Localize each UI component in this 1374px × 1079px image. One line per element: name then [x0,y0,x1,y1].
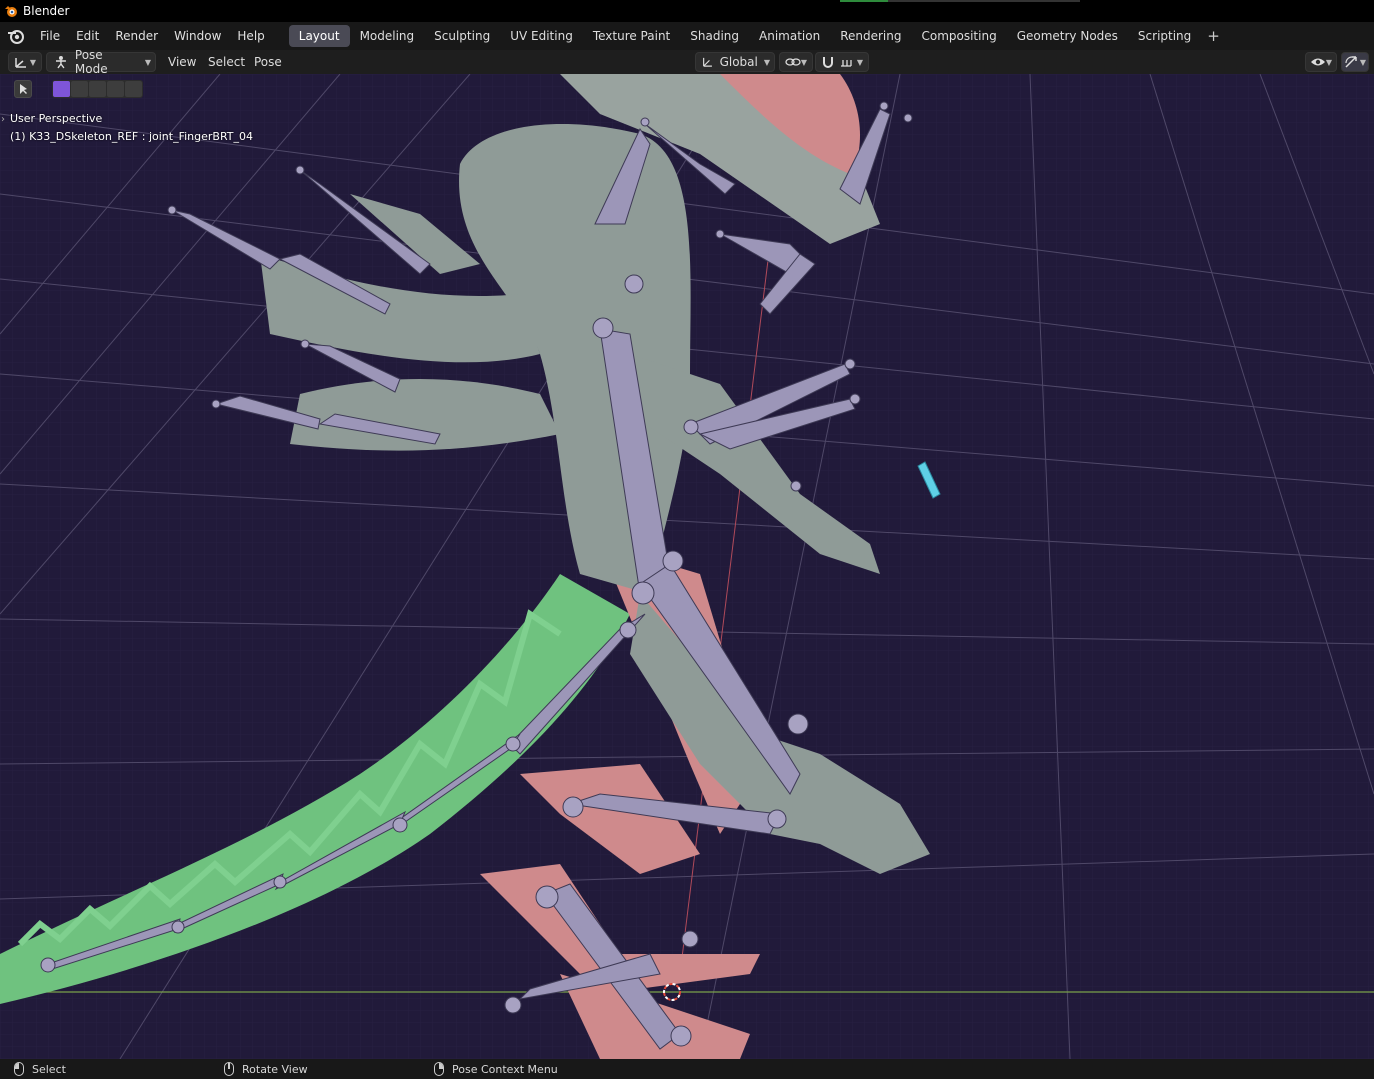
mouse-right-icon [434,1062,444,1076]
select-extend-mode-button[interactable] [71,81,88,97]
viewport-header: ▼ Pose Mode ▼ View Select Pose Global ▼ … [0,48,1374,76]
menu-render[interactable]: Render [107,25,166,47]
editor-type-button[interactable]: ▼ [8,52,42,72]
window-title: Blender [23,4,70,18]
tab-rendering[interactable]: Rendering [830,25,911,47]
chevron-down-icon: ▼ [1359,57,1367,67]
menu-file[interactable]: File [32,25,68,47]
workspace-tabs: Layout Modeling Sculpting UV Editing Tex… [288,25,1226,47]
menu-select[interactable]: Select [208,52,245,72]
selection-mode-group [52,80,143,98]
select-subtract-mode-button[interactable] [89,81,106,97]
chevron-down-icon: ▼ [856,57,864,67]
perspective-label: User Perspective [10,112,103,125]
snap-increment-icon[interactable] [839,55,853,69]
orientation-label: Global [719,55,758,69]
cursor-arrow-icon [20,84,27,94]
chevron-down-icon: ▼ [800,57,808,67]
tab-compositing[interactable]: Compositing [911,25,1006,47]
menu-window[interactable]: Window [166,25,229,47]
status-rotate: Rotate View [224,1061,308,1077]
title-accent [840,0,888,2]
menu-edit[interactable]: Edit [68,25,107,47]
tab-modeling[interactable]: Modeling [350,25,425,47]
select-invert-mode-button[interactable] [107,81,124,97]
add-workspace-button[interactable]: + [1201,27,1226,45]
mode-selector[interactable]: Pose Mode ▼ [46,48,156,76]
status-rotate-label: Rotate View [242,1062,308,1076]
tab-animation[interactable]: Animation [749,25,830,47]
pose-mode-icon [55,56,66,69]
3d-viewport[interactable]: › User Perspective (1) K33_DSkeleton_REF… [0,74,1374,1059]
status-context-label: Pose Context Menu [452,1062,558,1076]
gizmo-toggle-button[interactable]: ▼ [1341,52,1369,72]
blender-logo-icon [5,6,17,17]
select-new-mode-button[interactable] [53,81,70,97]
mouse-middle-icon [224,1062,234,1076]
tab-geometry-nodes[interactable]: Geometry Nodes [1007,25,1128,47]
tool-settings-row [14,80,143,98]
tab-sculpting[interactable]: Sculpting [424,25,500,47]
blender-menu-icon[interactable] [6,26,26,46]
chevron-down-icon: ▼ [144,57,151,67]
top-menu-bar: File Edit Render Window Help Layout Mode… [0,22,1374,50]
tab-texture-paint[interactable]: Texture Paint [583,25,680,47]
viewport-info-overlay: User Perspective (1) K33_DSkeleton_REF :… [10,110,253,146]
tab-scripting[interactable]: Scripting [1128,25,1201,47]
eye-icon [1310,58,1325,66]
chevron-down-icon: ▼ [29,57,37,67]
select-tool-button[interactable] [14,80,32,98]
menu-pose[interactable]: Pose [254,52,282,72]
gizmo-icon [1345,56,1357,68]
link-icon [785,58,801,66]
magnet-icon[interactable] [821,55,835,69]
status-bar: Select Rotate View Pose Context Menu [0,1059,1374,1079]
chevron-down-icon: ▼ [1325,57,1333,67]
menu-view[interactable]: View [168,52,196,72]
tab-layout[interactable]: Layout [288,25,350,47]
active-object-label: (1) K33_DSkeleton_REF : joint_FingerBRT_… [10,130,254,143]
tab-uv-editing[interactable]: UV Editing [500,25,583,47]
toolbar-expand-icon[interactable]: › [1,114,5,125]
status-select: Select [14,1061,66,1077]
transform-orientation-selector[interactable]: Global ▼ [695,52,775,72]
title-bar: Blender [0,0,1374,22]
axes-grid-icon [15,58,26,68]
pivot-point-button[interactable]: ▼ [779,52,813,72]
select-intersect-mode-button[interactable] [125,81,142,97]
status-context: Pose Context Menu [434,1061,558,1077]
visibility-button[interactable]: ▼ [1305,52,1337,72]
mouse-left-icon [14,1062,24,1076]
status-select-label: Select [32,1062,66,1076]
orientation-axes-icon [703,57,712,67]
title-accent-2 [888,0,1080,2]
mode-label: Pose Mode [74,48,108,76]
menu-help[interactable]: Help [229,25,272,47]
tab-shading[interactable]: Shading [680,25,749,47]
viewport-scene[interactable] [0,74,1374,1059]
snapping-controls[interactable]: ▼ [815,52,869,72]
chevron-down-icon: ▼ [763,57,770,67]
